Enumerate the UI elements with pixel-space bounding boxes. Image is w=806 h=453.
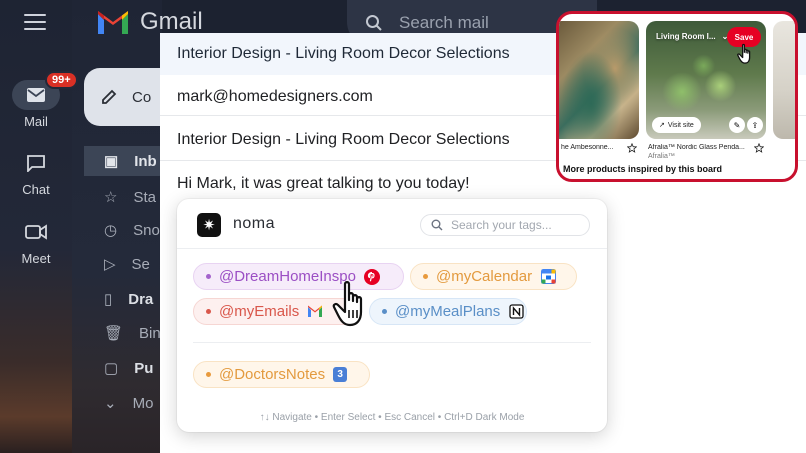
video-camera-icon: [25, 224, 47, 240]
chat-icon: [27, 155, 45, 172]
tag-label: @myMealPlans: [395, 303, 501, 320]
board-selector[interactable]: Living Room I... ⌄: [656, 32, 728, 41]
pencil-icon: ✎: [733, 120, 741, 130]
pin-image-rug[interactable]: [559, 21, 639, 139]
send-icon: ▷: [104, 256, 116, 273]
gmail-icon: [307, 304, 323, 320]
hand-pointer-cursor-icon: [332, 281, 363, 327]
tag-dot: [423, 274, 428, 279]
edit-pin-button[interactable]: ✎: [729, 117, 745, 133]
more-products-heading: More products inspired by this board: [563, 164, 723, 174]
tag-mymealplans[interactable]: @myMealPlans: [369, 298, 527, 325]
rail-item-mail[interactable]: 99+ Mail: [0, 71, 78, 129]
gmail-m-icon: [98, 11, 128, 34]
keyboard-hint: ↑↓ Navigate • Enter Select • Esc Cancel …: [259, 412, 525, 423]
number-3-icon: 3: [333, 367, 348, 382]
mail-icon: [27, 88, 45, 102]
noma-tag-popup: ✷ noma @DreamHomeInspo @myCalendar @myEm…: [177, 199, 607, 432]
gmail-wordmark: Gmail: [140, 8, 203, 35]
tag-search-input[interactable]: [451, 218, 581, 232]
clock-icon: ◷: [104, 222, 118, 239]
share-icon: ⇪: [751, 120, 759, 130]
compose-label: Co: [132, 88, 152, 106]
tag-mycalendar[interactable]: @myCalendar: [410, 263, 577, 290]
tag-search-box[interactable]: [420, 214, 590, 236]
search-icon: [431, 219, 443, 231]
noma-header: ✷ noma: [177, 199, 607, 249]
tag-label: @myEmails: [219, 303, 300, 320]
inbox-icon: ▣: [104, 153, 119, 170]
search-icon: [366, 15, 382, 31]
chevron-down-icon: ⌄: [104, 395, 117, 412]
noma-logo-icon: ✷: [197, 213, 221, 237]
tag-dot: [206, 274, 211, 279]
divider: [193, 342, 591, 343]
share-pin-button[interactable]: ⇪: [747, 117, 763, 133]
trash-icon: 🗑: [104, 325, 124, 342]
rail-item-meet[interactable]: Meet: [0, 217, 72, 266]
bag-icon: ▢: [104, 360, 119, 377]
draft-icon: ▯: [104, 291, 113, 308]
star-icon: ☆: [104, 189, 118, 206]
google-calendar-icon: [540, 269, 556, 285]
star-icon[interactable]: [627, 143, 637, 153]
noma-app-name: noma: [233, 215, 276, 232]
pencil-icon: [102, 89, 117, 104]
board-name: Living Room I...: [656, 32, 716, 41]
tag-dot: [206, 372, 211, 377]
gmail-logo[interactable]: Gmail: [96, 8, 203, 36]
pinterest-board-card: Living Room I... ⌄ Save ↗ Visit site ✎ ⇪…: [556, 11, 798, 182]
rail-label-meet: Meet: [21, 251, 51, 266]
star-icon[interactable]: [754, 143, 764, 153]
pin-image-partial[interactable]: [773, 21, 795, 139]
tag-label: @myCalendar: [436, 268, 533, 285]
pin-subcaption: Afralia™: [648, 153, 675, 160]
menu-icon[interactable]: [24, 14, 46, 35]
search-placeholder: Search mail: [399, 13, 489, 32]
hand-pointer-cursor-icon: [737, 43, 751, 64]
tag-label: @DoctorsNotes: [219, 366, 326, 383]
rail-item-chat[interactable]: Chat: [0, 148, 72, 197]
external-link-icon: ↗: [659, 122, 665, 129]
tag-dot: [206, 309, 211, 314]
tag-dot: [382, 309, 387, 314]
rail-label-chat: Chat: [22, 182, 50, 197]
tag-doctorsnotes[interactable]: @DoctorsNotes 3: [193, 361, 370, 388]
visit-site-button[interactable]: ↗ Visit site: [652, 117, 701, 133]
notion-icon: [508, 304, 524, 320]
pin-caption: Afralia™ Nordic Glass Penda...: [648, 144, 745, 151]
rail-label-mail: Mail: [24, 114, 48, 129]
unread-badge: 99+: [45, 71, 78, 89]
pin-caption: he Ambesonne...: [561, 144, 614, 151]
